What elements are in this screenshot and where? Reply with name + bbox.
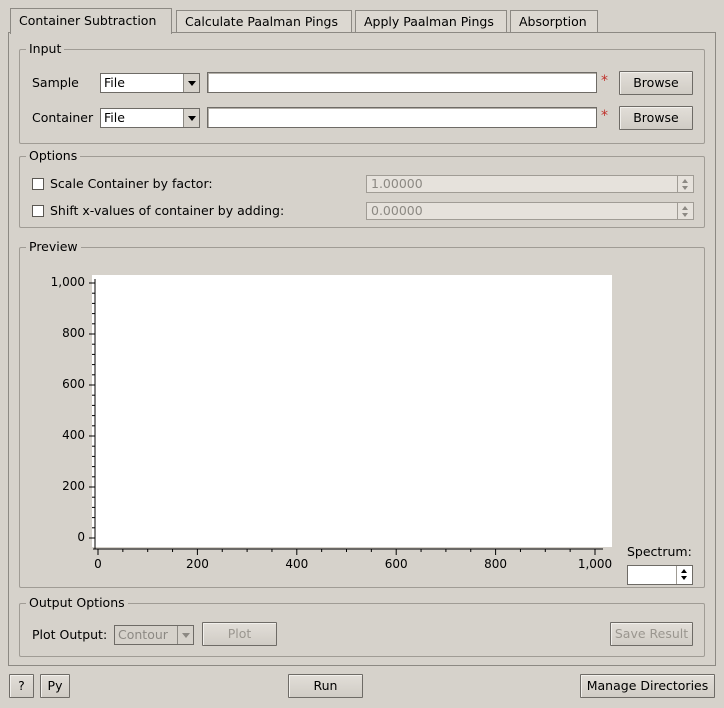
output-options-group-title: Output Options	[26, 595, 128, 611]
sample-file-input[interactable]	[207, 72, 597, 93]
plot-output-select[interactable]: Contour	[114, 625, 194, 645]
chevron-down-icon	[183, 109, 199, 127]
input-group: Input Sample File * Browse Container Fil…	[19, 41, 705, 144]
tab-absorption[interactable]: Absorption	[510, 10, 598, 32]
save-result-button[interactable]: Save Result	[610, 622, 693, 646]
plot-button[interactable]: Plot	[202, 622, 277, 646]
sample-label: Sample	[32, 75, 79, 90]
options-group: Options Scale Container by factor: 1.000…	[19, 148, 705, 228]
python-button[interactable]: Py	[40, 674, 70, 698]
y-tick-label: 0	[77, 530, 85, 544]
spectrum-label: Spectrum:	[627, 544, 692, 559]
run-button[interactable]: Run	[288, 674, 363, 698]
x-tick-label: 1,000	[577, 557, 613, 571]
output-options-group: Output Options Plot Output: Contour Plot…	[19, 595, 705, 657]
tab-container-subtraction[interactable]: Container Subtraction	[10, 8, 172, 34]
sample-required-mark: *	[601, 73, 608, 89]
shift-x-spinbox[interactable]: 0.00000	[366, 202, 694, 220]
chevron-down-icon	[177, 626, 193, 644]
spin-arrows-icon[interactable]	[677, 203, 693, 219]
x-tick-label: 600	[384, 557, 408, 571]
y-tick-label: 200	[62, 479, 85, 493]
x-tick-label: 800	[484, 557, 508, 571]
options-group-title: Options	[26, 148, 81, 164]
sample-browse-button[interactable]: Browse	[619, 71, 693, 95]
spin-arrows-icon[interactable]	[676, 566, 692, 584]
container-label: Container	[32, 110, 94, 125]
container-required-mark: *	[601, 108, 608, 124]
manage-directories-button[interactable]: Manage Directories	[580, 674, 715, 698]
x-tick-label: 400	[285, 557, 309, 571]
preview-group: Preview 0 200 400 600 800 1,000 0 200 400 600 800 1…	[19, 239, 705, 588]
spectrum-spinbox[interactable]	[627, 565, 693, 585]
container-source-select[interactable]: File	[100, 108, 200, 128]
y-tick-label: 400	[62, 428, 85, 442]
scale-container-checkbox[interactable]	[32, 178, 44, 190]
shift-x-label: Shift x-values of container by adding:	[50, 203, 285, 218]
tab-pane-container-subtraction: Input Sample File * Browse Container Fil…	[8, 32, 716, 666]
container-file-input[interactable]	[207, 107, 597, 128]
y-tick-label: 600	[62, 377, 85, 391]
input-group-title: Input	[26, 41, 65, 57]
scale-container-label: Scale Container by factor:	[50, 176, 213, 191]
help-button[interactable]: ?	[9, 674, 34, 698]
plot-output-label: Plot Output:	[32, 627, 108, 642]
preview-plot-axes	[89, 279, 603, 555]
y-tick-label: 1,000	[50, 275, 85, 289]
sample-source-select[interactable]: File	[100, 73, 200, 93]
tab-calculate-paalman-pings[interactable]: Calculate Paalman Pings	[176, 10, 352, 32]
x-tick-label: 200	[185, 557, 209, 571]
shift-x-checkbox[interactable]	[32, 205, 44, 217]
chevron-down-icon	[183, 74, 199, 92]
x-tick-label: 0	[94, 557, 102, 571]
y-tick-label: 800	[62, 326, 85, 340]
tab-apply-paalman-pings[interactable]: Apply Paalman Pings	[355, 10, 507, 32]
spin-arrows-icon[interactable]	[677, 176, 693, 192]
scale-factor-spinbox[interactable]: 1.00000	[366, 175, 694, 193]
container-browse-button[interactable]: Browse	[619, 106, 693, 130]
